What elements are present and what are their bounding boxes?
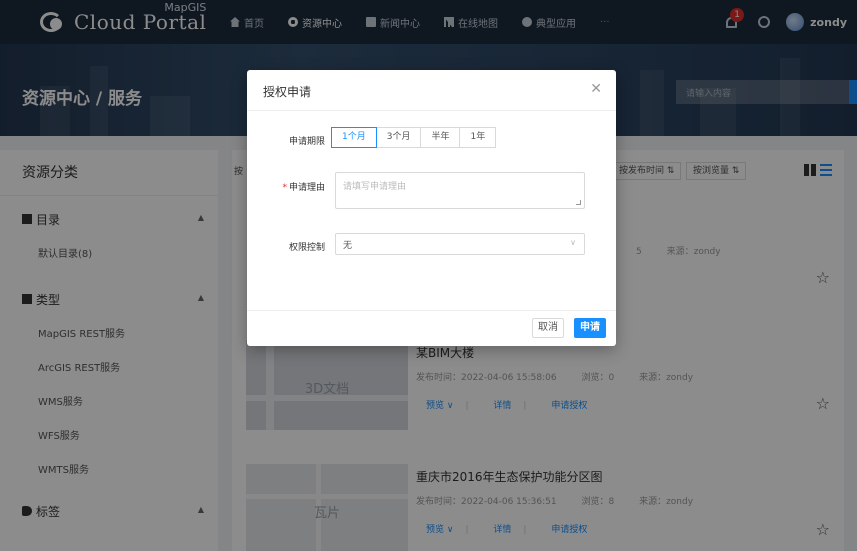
submit-button[interactable]: 申请 [574, 318, 606, 338]
close-icon[interactable]: ✕ [590, 81, 602, 97]
resize-handle-icon[interactable] [576, 200, 581, 205]
permission-control-value: 无 [343, 241, 353, 251]
reason-label: * 申请理由 [282, 183, 325, 193]
period-option-half-year[interactable]: 半年 [420, 127, 461, 148]
chevron-down-icon: ∨ [570, 238, 576, 247]
period-selector: 1个月 3个月 半年 1年 [331, 127, 497, 148]
cancel-button[interactable]: 取消 [532, 318, 564, 338]
period-option-3-months[interactable]: 3个月 [375, 127, 422, 148]
period-option-1-year[interactable]: 1年 [459, 127, 497, 148]
permission-control-select[interactable]: 无 ∨ [335, 233, 585, 255]
authorization-dialog: 授权申请 ✕ 申请期限 1个月 3个月 半年 1年 * 申请理由 请填写申请理由 … [247, 70, 616, 346]
period-option-1-month[interactable]: 1个月 [331, 127, 377, 148]
period-label: 申请期限 [288, 137, 325, 147]
dialog-title: 授权申请 [263, 85, 312, 99]
reason-textarea[interactable]: 请填写申请理由 [335, 172, 585, 209]
control-label: 权限控制 [288, 243, 325, 253]
reason-placeholder: 请填写申请理由 [343, 182, 407, 192]
